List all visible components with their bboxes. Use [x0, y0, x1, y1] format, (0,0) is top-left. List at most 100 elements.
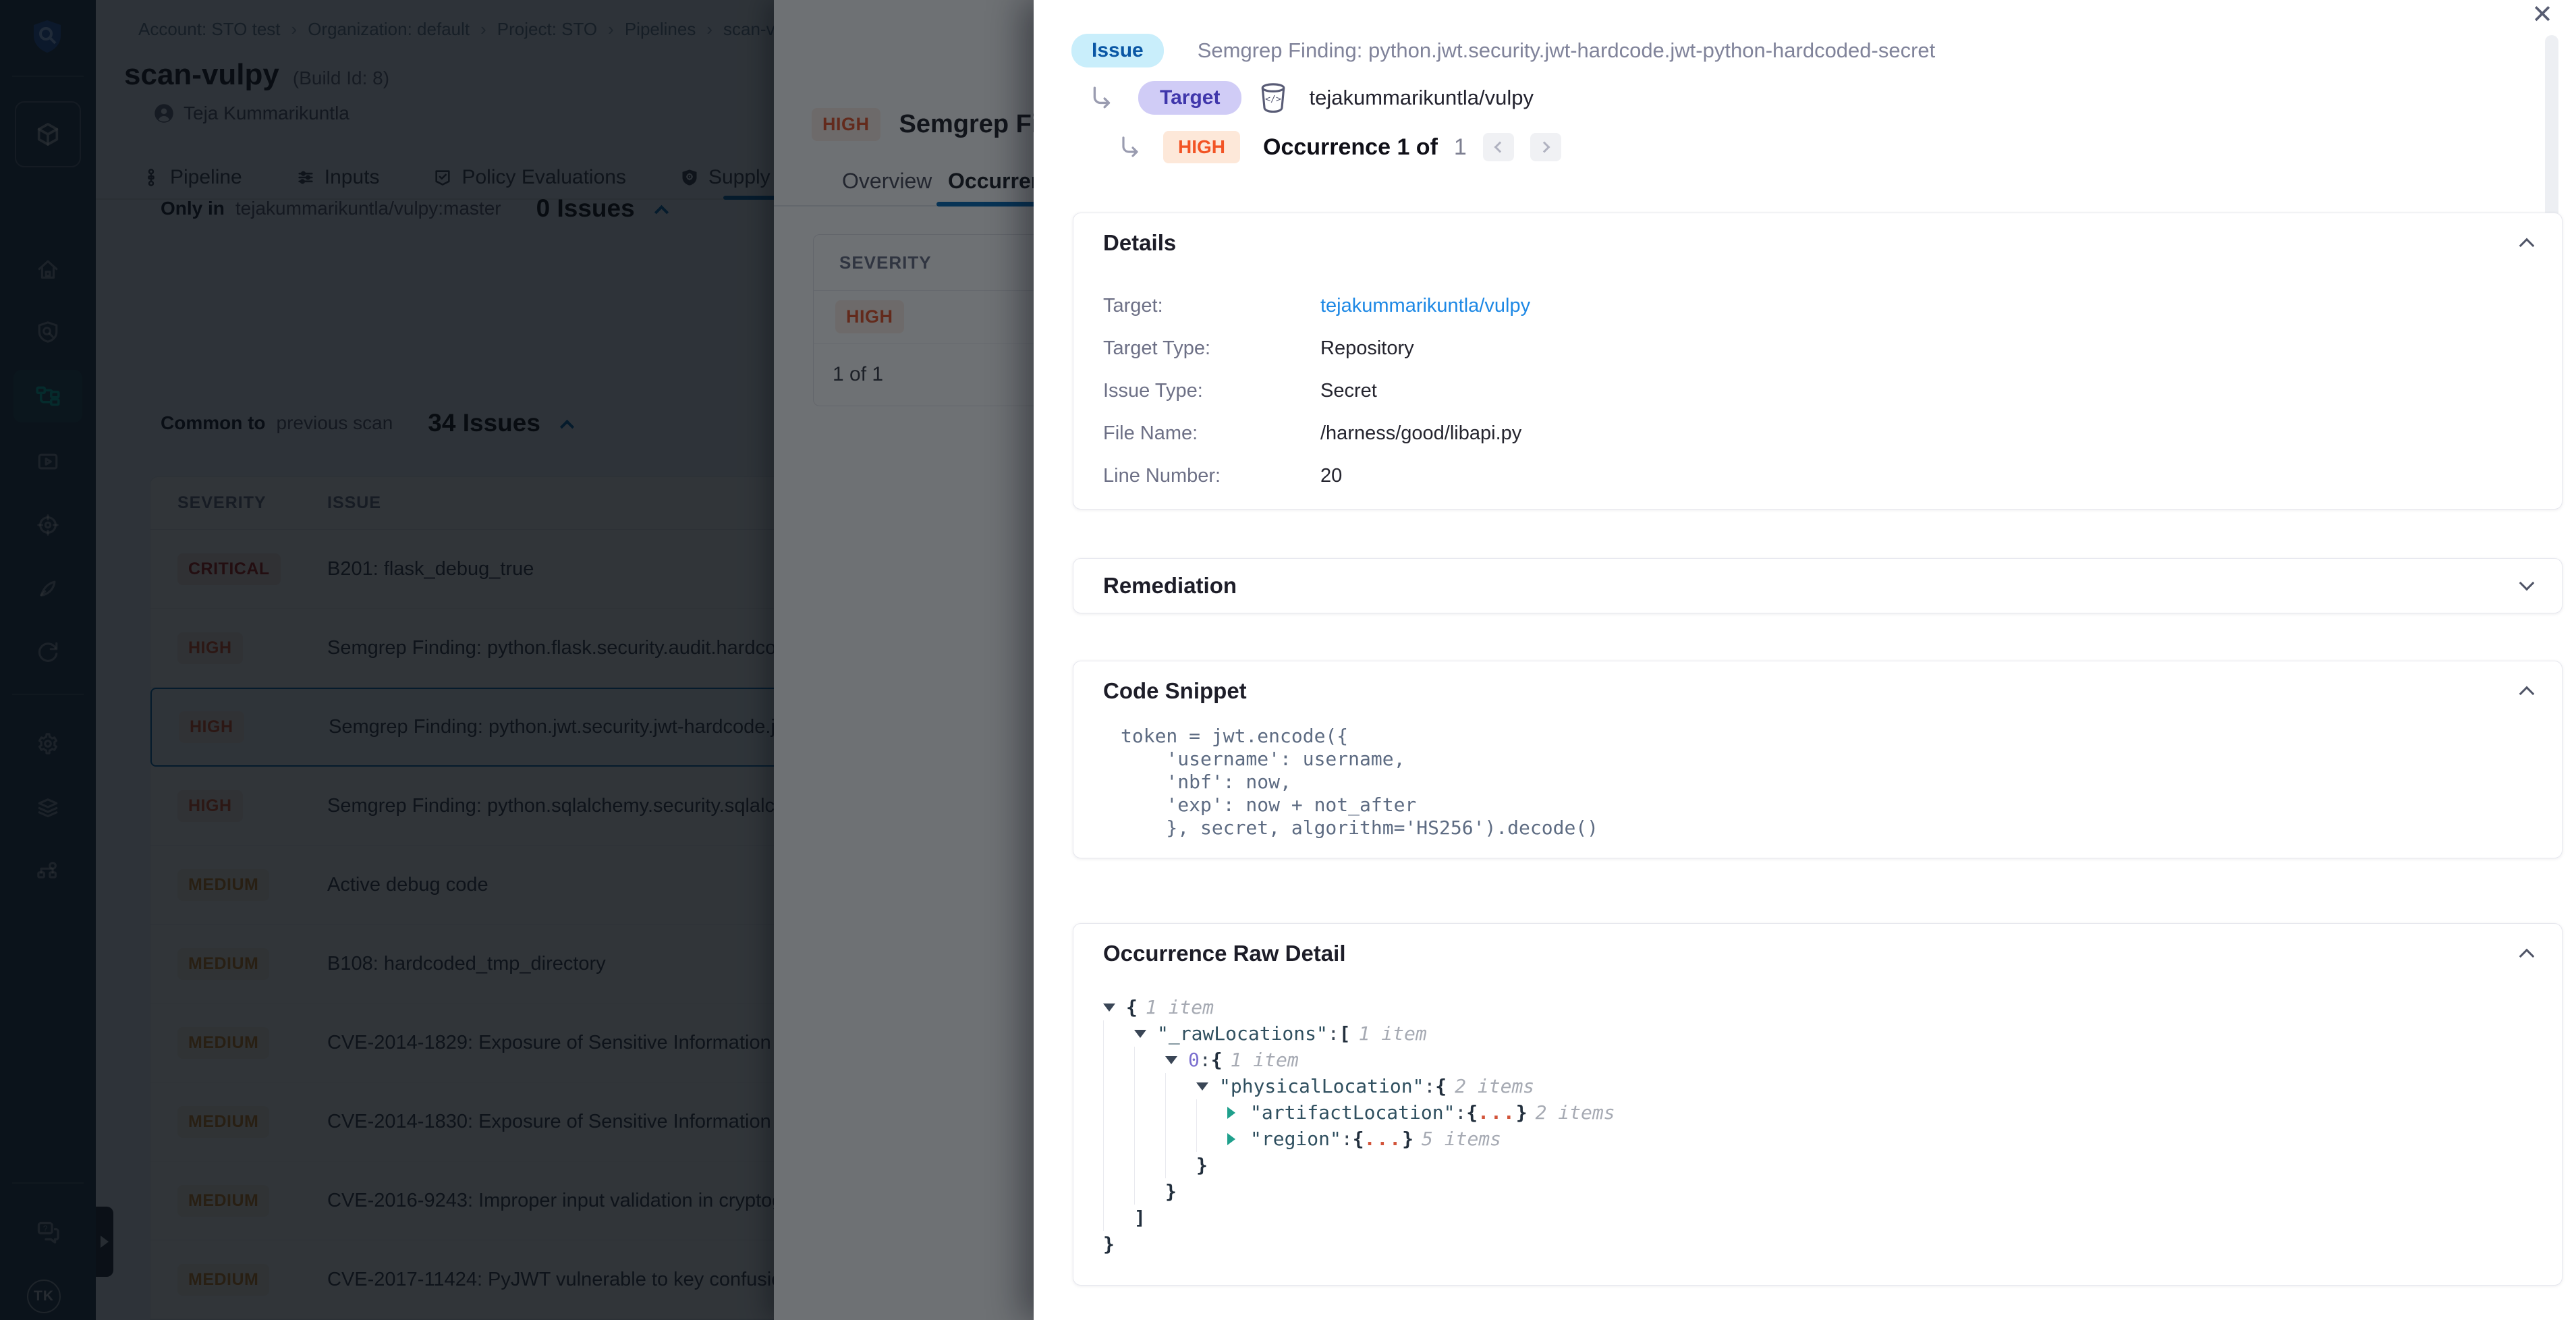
json-token: {: [1211, 1049, 1223, 1071]
raw-detail-row: }: [1103, 1152, 2532, 1178]
occurrence-detail-drawer: ✕ Issue Semgrep Finding: python.jwt.secu…: [1034, 0, 2576, 1320]
json-token: 5 items: [1422, 1128, 1501, 1150]
tree-indent-guide: [1165, 1152, 1196, 1178]
json-token: :: [1328, 1022, 1339, 1045]
occurrence-label: Occurrence 1 of: [1263, 134, 1438, 161]
tree-indent-guide: [1103, 1205, 1134, 1231]
svg-text:</>: </>: [1266, 94, 1282, 105]
field-label: File Name:: [1103, 422, 1320, 445]
chevron-left-icon: [1494, 142, 1505, 153]
chevron-right-icon: [1538, 142, 1550, 153]
tree-indent-guide: [1103, 1152, 1134, 1178]
json-token: ...: [1364, 1128, 1403, 1150]
raw-detail-row: ]: [1103, 1205, 2532, 1231]
tree-indent-guide: [1196, 1099, 1227, 1126]
raw-detail-row: 0 : { 1 item: [1103, 1047, 2532, 1073]
remediation-section: Remediation: [1073, 558, 2563, 613]
json-token: "region": [1250, 1128, 1341, 1150]
tree-indent-guide: [1103, 1073, 1134, 1099]
json-token: }: [1165, 1180, 1177, 1203]
json-token: 1 item: [1359, 1022, 1427, 1045]
code-snippet-section: Code Snippet token = jwt.encode({ 'usern…: [1073, 661, 2563, 858]
json-token: 2 items: [1455, 1075, 1534, 1097]
tree-indent-guide: [1165, 1126, 1196, 1152]
issue-badge: Issue: [1071, 34, 1164, 67]
field-value: Secret: [1320, 380, 1377, 402]
tree-collapse-icon[interactable]: [1134, 1020, 1157, 1047]
tree-indent-guide: [1134, 1152, 1165, 1178]
raw-detail-row: "_rawLocations" : [ 1 item: [1103, 1020, 2532, 1047]
target-link[interactable]: tejakummarikuntla/vulpy: [1320, 295, 1530, 317]
elbow-arrow-icon: [1119, 135, 1143, 159]
json-token: :: [1341, 1128, 1353, 1150]
json-token: }: [1516, 1101, 1528, 1124]
raw-detail-row: "physicalLocation" : { 2 items: [1103, 1073, 2532, 1099]
details-section: Details Target:tejakummarikuntla/vulpy T…: [1073, 213, 2563, 510]
field-value: /harness/good/libapi.py: [1320, 422, 1521, 445]
chevron-up-icon[interactable]: [2519, 238, 2535, 254]
next-occurrence-button[interactable]: [1530, 133, 1561, 161]
tree-indent-guide: [1165, 1073, 1196, 1099]
app-screen: ? TK Account: STO test›Organization: def…: [0, 0, 2576, 1320]
json-token: {: [1435, 1075, 1447, 1097]
target-name: tejakummarikuntla/vulpy: [1309, 86, 1534, 110]
json-token: {: [1353, 1128, 1364, 1150]
json-token: }: [1402, 1128, 1413, 1150]
chevron-down-icon[interactable]: [2519, 576, 2535, 591]
severity-badge: HIGH: [1163, 131, 1240, 163]
tree-collapse-icon[interactable]: [1103, 994, 1126, 1020]
target-badge: Target: [1138, 81, 1241, 115]
raw-detail-row: "region" : {...} 5 items: [1103, 1126, 2532, 1152]
json-token: "physicalLocation": [1219, 1075, 1424, 1097]
json-token: ]: [1134, 1207, 1146, 1229]
code-snippet: token = jwt.encode({ 'username': usernam…: [1121, 725, 2532, 840]
tree-indent-guide: [1196, 1126, 1227, 1152]
field-label: Target:: [1103, 295, 1320, 317]
json-token: :: [1200, 1049, 1211, 1071]
tree-indent-guide: [1134, 1073, 1165, 1099]
json-token: [: [1339, 1022, 1351, 1045]
tree-indent-guide: [1103, 1178, 1134, 1205]
json-token: "artifactLocation": [1250, 1101, 1455, 1124]
json-token: 1 item: [1146, 996, 1214, 1018]
field-label: Target Type:: [1103, 337, 1320, 360]
json-token: }: [1196, 1154, 1208, 1176]
tree-indent-guide: [1103, 1020, 1134, 1047]
json-token: {: [1126, 996, 1138, 1018]
tree-collapse-icon[interactable]: [1196, 1073, 1219, 1099]
drawer-title: Semgrep Finding: python.jwt.security.jwt…: [1198, 38, 1936, 63]
raw-detail-row: "artifactLocation" : {...} 2 items: [1103, 1099, 2532, 1126]
raw-detail-row: { 1 item: [1103, 994, 2532, 1020]
json-token: 0: [1188, 1049, 1200, 1071]
chevron-up-icon[interactable]: [2519, 949, 2535, 964]
json-token: :: [1424, 1075, 1435, 1097]
tree-indent-guide: [1103, 1099, 1134, 1126]
tree-indent-guide: [1134, 1126, 1165, 1152]
field-value: 20: [1320, 465, 1342, 487]
prev-occurrence-button[interactable]: [1483, 133, 1514, 161]
tree-indent-guide: [1103, 1047, 1134, 1073]
close-icon[interactable]: ✕: [2531, 0, 2553, 30]
tree-indent-guide: [1134, 1178, 1165, 1205]
chevron-up-icon[interactable]: [2519, 686, 2535, 702]
json-token: 2 items: [1536, 1101, 1615, 1124]
raw-detail-row: }: [1103, 1178, 2532, 1205]
json-token: "_rawLocations": [1157, 1022, 1328, 1045]
tree-indent-guide: [1165, 1099, 1196, 1126]
tree-expand-icon[interactable]: [1227, 1126, 1250, 1152]
json-token: {: [1466, 1101, 1478, 1124]
tree-indent-guide: [1134, 1047, 1165, 1073]
tree-expand-icon[interactable]: [1227, 1099, 1250, 1126]
tree-collapse-icon[interactable]: [1165, 1047, 1188, 1073]
section-title: Remediation: [1103, 573, 1237, 599]
section-title: Code Snippet: [1103, 678, 1247, 704]
elbow-arrow-icon: [1090, 85, 1115, 111]
repository-icon: </>: [1259, 82, 1287, 113]
occurrence-total: 1: [1454, 134, 1467, 161]
tree-indent-guide: [1103, 1126, 1134, 1152]
raw-detail-json-tree: { 1 item"_rawLocations" : [ 1 item0 : { …: [1103, 994, 2532, 1257]
section-title: Details: [1103, 230, 1176, 256]
field-value: Repository: [1320, 337, 1414, 360]
json-token: }: [1103, 1233, 1115, 1255]
json-token: ...: [1478, 1101, 1516, 1124]
